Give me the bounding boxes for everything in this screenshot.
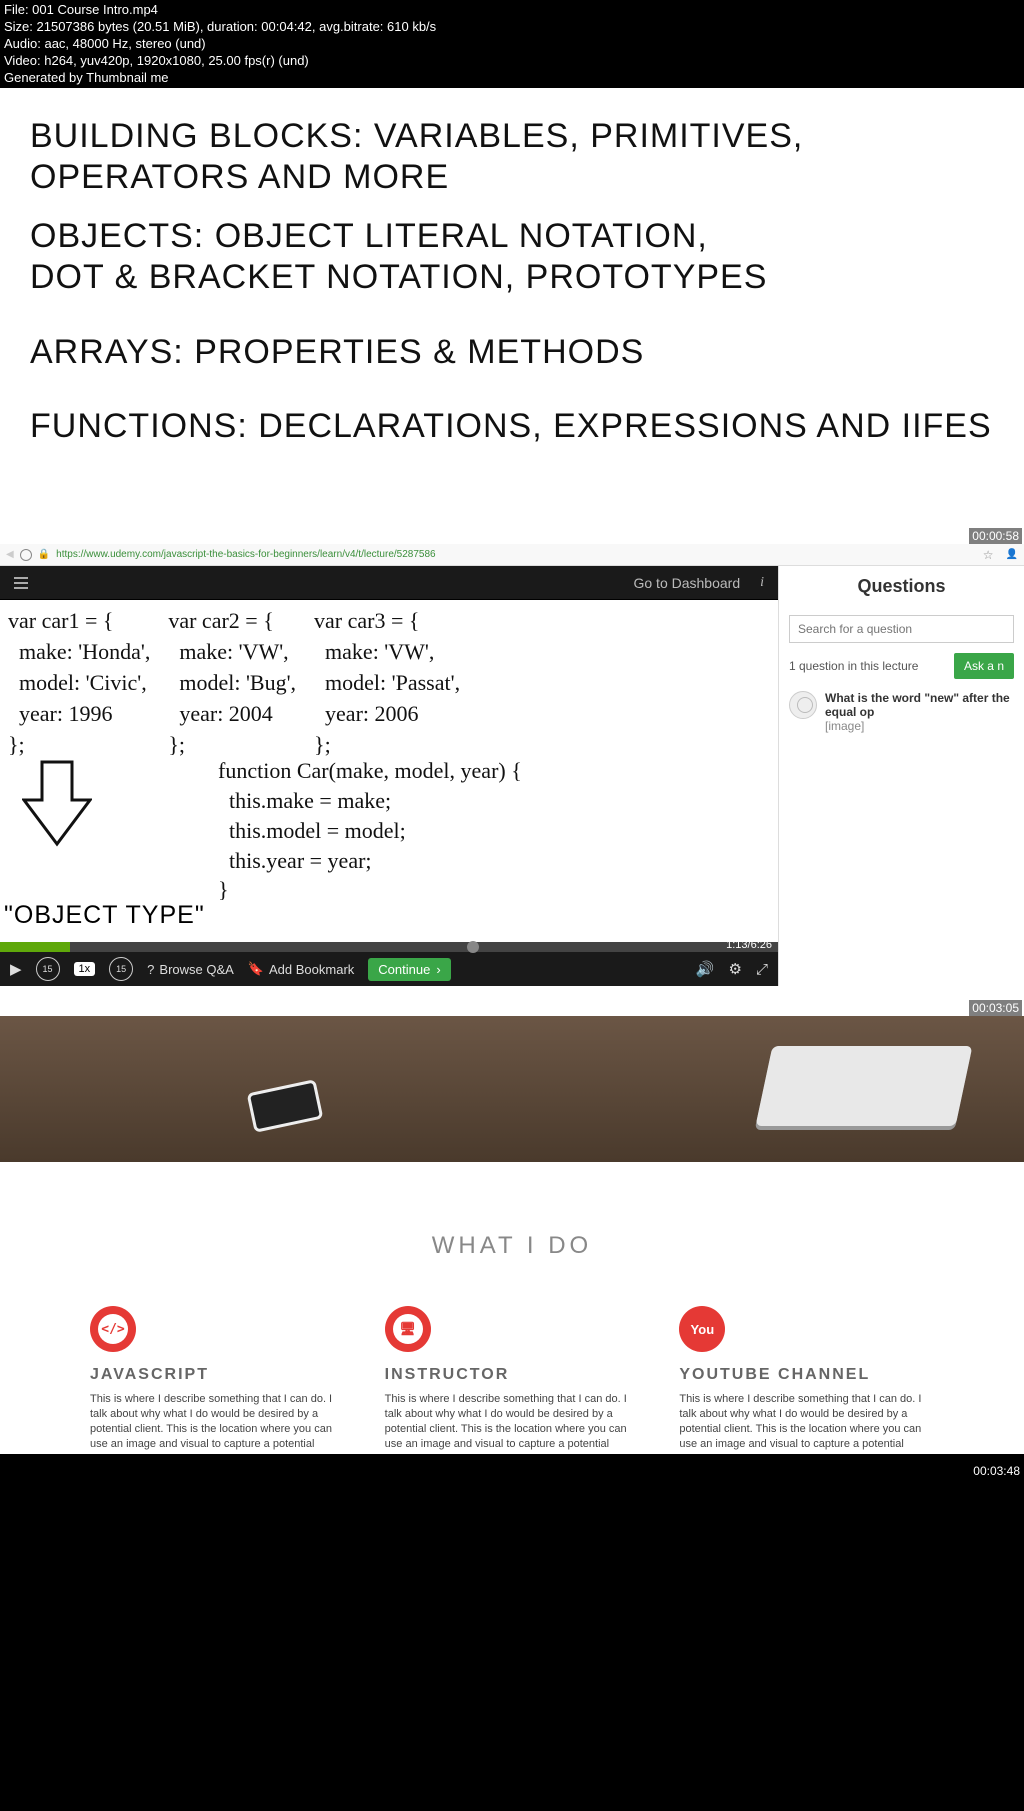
- down-arrow-icon: [22, 760, 92, 848]
- url-text: https://www.udemy.com/javascript-the-bas…: [56, 549, 435, 560]
- volume-icon[interactable]: 🔊: [696, 960, 715, 978]
- hero-image: [0, 1016, 1024, 1162]
- timestamp-3: 00:03:48: [973, 1464, 1020, 1478]
- continue-button[interactable]: Continue›: [368, 958, 450, 981]
- reload-icon[interactable]: [20, 549, 32, 561]
- thumbnail-2: ◀ 🔒 https://www.udemy.com/javascript-the…: [0, 544, 1024, 1016]
- progress-bar[interactable]: 1:13/6:26: [0, 942, 778, 952]
- phone-graphic: [247, 1080, 324, 1134]
- timestamp-2: 00:03:05: [969, 1000, 1022, 1016]
- topic-line-4: FUNCTIONS: DECLARATIONS, EXPRESSIONS AND…: [30, 406, 994, 447]
- code-icon: </>: [90, 1306, 136, 1352]
- meta-video: Video: h264, yuv420p, 1920x1080, 25.00 f…: [4, 53, 1020, 70]
- meta-size: Size: 21507386 bytes (20.51 MiB), durati…: [4, 19, 1020, 36]
- topic-line-2: OBJECTS: OBJECT LITERAL NOTATION, DOT & …: [30, 216, 790, 298]
- col-title: JAVASCRIPT: [90, 1366, 345, 1384]
- panel-title: Questions: [789, 576, 1014, 597]
- browser-url-bar[interactable]: ◀ 🔒 https://www.udemy.com/javascript-the…: [0, 544, 1024, 566]
- questions-panel: Questions 1 question in this lecture Ask…: [778, 566, 1024, 986]
- progress-fill: [0, 942, 70, 952]
- progress-time: 1:13/6:26: [726, 939, 772, 951]
- dashboard-link[interactable]: Go to Dashboard: [633, 575, 740, 591]
- code-constructor: function Car(make, model, year) { this.m…: [218, 756, 770, 904]
- question-item[interactable]: What is the word "new" after the equal o…: [789, 691, 1014, 733]
- question-count: 1 question in this lecture: [789, 659, 918, 673]
- nav-back-icon[interactable]: ◀: [6, 549, 14, 560]
- thumbnail-1: BUILDING BLOCKS: VARIABLES, PRIMITIVES, …: [0, 88, 1024, 544]
- ask-question-button[interactable]: Ask a n: [954, 653, 1014, 679]
- code-car2: var car2 = { make: 'VW', model: 'Bug', y…: [168, 606, 296, 760]
- video-player: Go to Dashboard i var car1 = { make: 'Ho…: [0, 566, 778, 986]
- topic-line-3: ARRAYS: PROPERTIES & METHODS: [30, 332, 994, 373]
- col-title: YOUTUBE CHANNEL: [679, 1366, 934, 1384]
- col-youtube: You YOUTUBE CHANNEL This is where I desc…: [679, 1306, 934, 1466]
- info-icon[interactable]: i: [760, 575, 764, 591]
- lock-icon: 🔒: [38, 549, 50, 560]
- thumbnail-3: WHAT I DO </> JAVASCRIPT This is where I…: [0, 1016, 1024, 1482]
- rewind-15-button[interactable]: 15: [36, 957, 60, 981]
- fullscreen-icon[interactable]: ⤢: [756, 961, 768, 978]
- timestamp-1: 00:00:58: [969, 528, 1022, 544]
- file-meta-block: File: 001 Course Intro.mp4 Size: 2150738…: [0, 0, 1024, 88]
- udemy-player-frame: ◀ 🔒 https://www.udemy.com/javascript-the…: [0, 544, 1024, 1016]
- code-car3: var car3 = { make: 'VW', model: 'Passat'…: [314, 606, 460, 760]
- presentation-icon: 🖥: [385, 1306, 431, 1352]
- play-icon[interactable]: ▶: [10, 960, 22, 978]
- add-bookmark-button[interactable]: 🔖Add Bookmark: [248, 961, 354, 977]
- chevron-right-icon: ›: [436, 962, 440, 977]
- avatar: [789, 691, 817, 719]
- progress-knob[interactable]: [467, 941, 479, 953]
- slide-topics: BUILDING BLOCKS: VARIABLES, PRIMITIVES, …: [0, 88, 1024, 544]
- player-header: Go to Dashboard i: [0, 566, 778, 600]
- question-search-input[interactable]: [789, 615, 1014, 643]
- code-car1: var car1 = { make: 'Honda', model: 'Civi…: [8, 606, 150, 760]
- col-instructor: 🖥 INSTRUCTOR This is where I describe so…: [385, 1306, 640, 1466]
- bookmark-star-icon[interactable]: ☆: [983, 548, 994, 562]
- forward-15-button[interactable]: 15: [109, 957, 133, 981]
- keyboard-graphic: [755, 1046, 972, 1126]
- col-javascript: </> JAVASCRIPT This is where I describe …: [90, 1306, 345, 1466]
- object-type-label: "OBJECT TYPE": [4, 901, 205, 930]
- meta-generated: Generated by Thumbnail me: [4, 70, 1020, 87]
- meta-file: File: 001 Course Intro.mp4: [4, 2, 1020, 19]
- player-controls: ▶ 15 1x 15 ?Browse Q&A 🔖Add Bookmark Con…: [0, 952, 778, 986]
- browse-qa-button[interactable]: ?Browse Q&A: [147, 962, 234, 977]
- question-sub: [image]: [825, 719, 1014, 733]
- topic-line-1: BUILDING BLOCKS: VARIABLES, PRIMITIVES, …: [30, 116, 994, 198]
- what-i-do-heading: WHAT I DO: [90, 1232, 934, 1260]
- speed-button[interactable]: 1x: [74, 962, 96, 976]
- col-title: INSTRUCTOR: [385, 1366, 640, 1384]
- bookmark-icon: 🔖: [248, 961, 264, 977]
- portfolio-slide: WHAT I DO </> JAVASCRIPT This is where I…: [0, 1016, 1024, 1454]
- menu-icon[interactable]: [14, 577, 28, 589]
- meta-audio: Audio: aac, 48000 Hz, stereo (und): [4, 36, 1020, 53]
- youtube-icon: You: [679, 1306, 725, 1352]
- profile-icon[interactable]: 👤: [1006, 549, 1018, 560]
- question-title: What is the word "new" after the equal o…: [825, 691, 1014, 719]
- help-icon: ?: [147, 962, 154, 977]
- video-content: var car1 = { make: 'Honda', model: 'Civi…: [0, 600, 778, 942]
- footer-bar: 00:03:48: [0, 1454, 1024, 1482]
- settings-icon[interactable]: ⚙: [729, 960, 742, 978]
